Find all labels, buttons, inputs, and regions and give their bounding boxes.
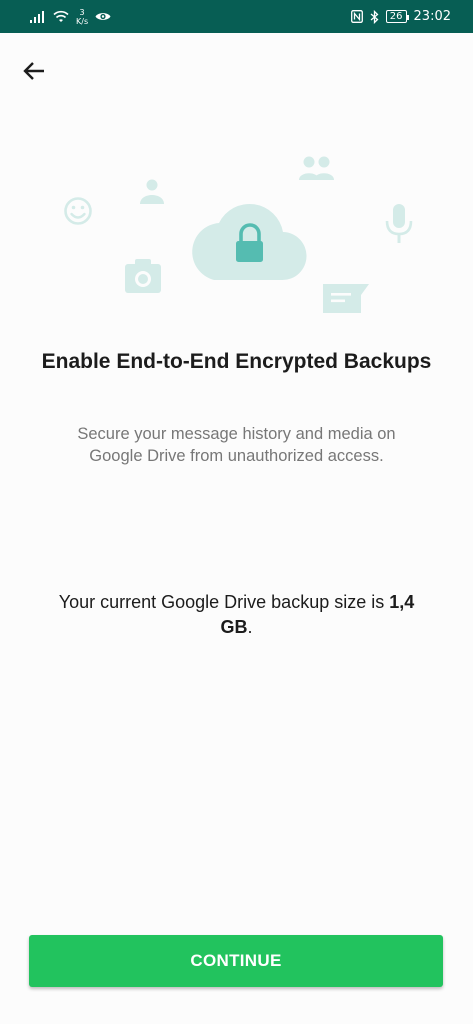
status-left: 3 K/s — [30, 8, 111, 26]
microphone-icon — [385, 204, 413, 243]
message-icon — [323, 284, 369, 313]
group-icon — [299, 156, 334, 180]
status-bar: 3 K/s 26 23:02 — [0, 0, 473, 33]
arrow-left-icon — [23, 62, 44, 80]
signal-icon — [30, 10, 44, 23]
battery-indicator: 26 — [385, 10, 409, 23]
smiley-icon — [64, 197, 92, 225]
status-right: 26 23:02 — [350, 9, 451, 24]
page-title: Enable End-to-End Encrypted Backups — [41, 350, 432, 373]
network-speed-unit: K/s — [76, 16, 89, 26]
person-icon — [140, 179, 164, 204]
backup-illustration — [64, 156, 413, 313]
backup-size-prefix: Your current Google Drive backup size is — [58, 592, 390, 612]
network-speed-value: 3 — [79, 7, 85, 17]
clock: 23:02 — [413, 9, 451, 24]
eye-icon — [95, 13, 111, 20]
cloud-icon — [192, 203, 307, 281]
continue-button[interactable]: CONTINUE — [29, 935, 443, 987]
camera-icon — [125, 259, 161, 293]
backup-size-info: Your current Google Drive backup size is… — [50, 590, 423, 640]
page-subtitle: Secure your message history and media on… — [77, 425, 396, 465]
wifi-icon — [53, 10, 69, 22]
nfc-icon — [350, 10, 363, 23]
network-speed: 3 K/s — [76, 8, 88, 26]
backup-size-suffix: . — [247, 617, 253, 637]
bluetooth-icon — [370, 9, 379, 24]
back-button[interactable] — [16, 54, 52, 88]
